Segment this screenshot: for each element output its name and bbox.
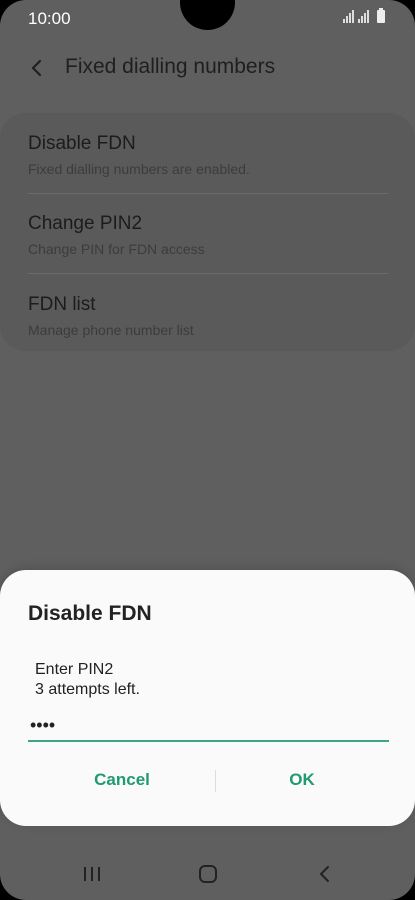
- list-item-change-pin2[interactable]: Change PIN2 Change PIN for FDN access: [28, 213, 388, 257]
- home-icon: [199, 865, 217, 883]
- status-bar: 10:00: [0, 0, 415, 36]
- list-item-disable-fdn[interactable]: Disable FDN Fixed dialling numbers are e…: [28, 133, 388, 177]
- dialog-message-line: Enter PIN2: [35, 661, 114, 678]
- cancel-button[interactable]: Cancel: [60, 765, 184, 795]
- settings-list: Disable FDN Fixed dialling numbers are e…: [0, 113, 415, 351]
- home-button[interactable]: [194, 862, 222, 886]
- status-time: 10:00: [28, 9, 71, 28]
- navigation-bar: [0, 848, 415, 900]
- nav-back-button[interactable]: [311, 862, 339, 886]
- page-title: Fixed dialling numbers: [65, 55, 276, 78]
- camera-notch: [180, 0, 235, 30]
- back-button[interactable]: [22, 52, 54, 84]
- list-item-label: Change PIN2: [28, 213, 143, 234]
- list-item-subtitle: Manage phone number list: [28, 322, 194, 338]
- app-header: Fixed dialling numbers: [0, 46, 415, 90]
- phone-screen: 10:00 Fixed dialling numbers Disable FDN…: [0, 0, 415, 900]
- recent-apps-icon: [84, 867, 100, 881]
- dialog-message: Enter PIN2 3 attempts left.: [35, 660, 140, 700]
- dialog-message-line: 3 attempts left.: [35, 681, 140, 698]
- list-item-label: FDN list: [28, 294, 96, 315]
- list-item-label: Disable FDN: [28, 133, 136, 154]
- pin2-input[interactable]: [28, 710, 389, 742]
- divider: [28, 273, 388, 274]
- back-icon: [320, 866, 329, 882]
- back-arrow-icon: [31, 59, 42, 77]
- signal-icon: [343, 10, 354, 23]
- recent-apps-button[interactable]: [78, 862, 106, 886]
- divider: [28, 193, 388, 194]
- button-separator: [215, 770, 216, 792]
- status-icons: [343, 8, 385, 23]
- signal-icon: [358, 10, 369, 23]
- dialog-title: Disable FDN: [28, 602, 152, 625]
- battery-icon: [377, 8, 385, 23]
- list-item-subtitle: Change PIN for FDN access: [28, 241, 205, 257]
- list-item-fdn-list[interactable]: FDN list Manage phone number list: [28, 294, 388, 338]
- ok-button[interactable]: OK: [240, 765, 364, 795]
- disable-fdn-dialog: Disable FDN Enter PIN2 3 attempts left. …: [0, 570, 415, 826]
- list-item-subtitle: Fixed dialling numbers are enabled.: [28, 161, 250, 177]
